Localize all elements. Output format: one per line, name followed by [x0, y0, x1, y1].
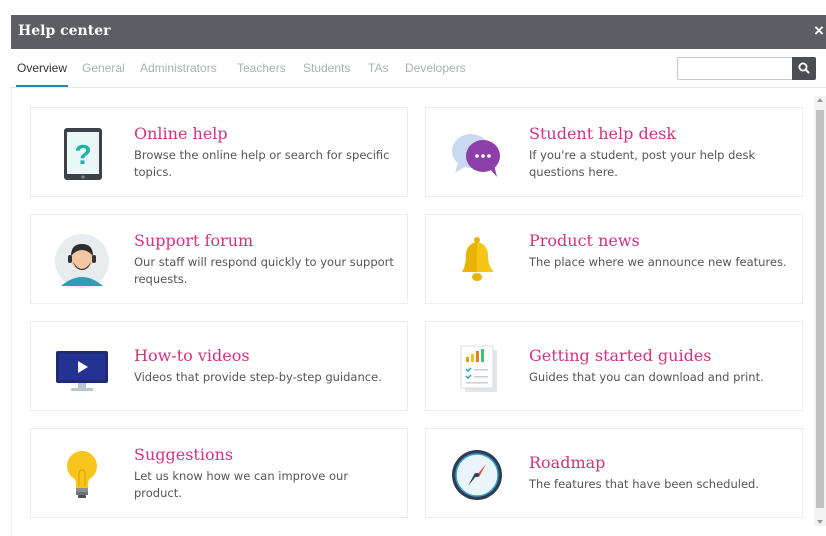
svg-text:?: ? [74, 139, 91, 170]
card-title: Product news [529, 231, 640, 250]
help-cards-grid: ? Online help Browse the online help or … [11, 88, 813, 536]
card-title: Support forum [134, 231, 254, 250]
search-input[interactable] [677, 57, 792, 80]
card-support-forum[interactable]: Support forum Our staff will respond qui… [30, 214, 408, 304]
card-description: Videos that provide step-by-step guidanc… [134, 370, 382, 384]
tab-students[interactable]: Students [303, 61, 350, 75]
card-description: The place where we announce new features… [529, 255, 787, 269]
search-button[interactable] [792, 57, 816, 80]
card-text: Roadmap The features that have been sche… [529, 453, 794, 493]
compass-icon [452, 450, 502, 500]
card-text: How-to videos Videos that provide step-b… [134, 346, 399, 386]
lightbulb-icon [67, 451, 97, 498]
card-product-news[interactable]: Product news The place where we announce… [425, 214, 803, 304]
card-description: Guides that you can download and print. [529, 370, 764, 384]
card-text: Suggestions Let us know how we can impro… [134, 445, 399, 502]
card-title: How-to videos [134, 346, 250, 365]
tab-administrators[interactable]: Administrators [140, 61, 217, 75]
window-title: Help center [18, 23, 111, 39]
card-text: Product news The place where we announce… [529, 231, 794, 271]
close-icon[interactable]: × [814, 21, 826, 41]
tab-overview[interactable]: Overview [17, 61, 67, 75]
support-agent-icon [55, 234, 109, 288]
card-getting-started-guides[interactable]: Getting started guides Guides that you c… [425, 321, 803, 411]
tab-teachers[interactable]: Teachers [237, 61, 286, 75]
card-description: Browse the online help or search for spe… [134, 148, 390, 179]
bell-icon [462, 237, 494, 281]
card-title: Roadmap [529, 453, 606, 472]
tab-general[interactable]: General [82, 61, 125, 75]
tablet-question-icon: ? [64, 128, 102, 180]
card-description: If you're a student, post your help desk… [529, 148, 756, 179]
scroll-up-arrow[interactable] [817, 98, 823, 102]
card-student-help-desk[interactable]: Student help desk If you're a student, p… [425, 107, 803, 197]
card-how-to-videos[interactable]: How-to videos Videos that provide step-b… [30, 321, 408, 411]
card-description: Let us know how we can improve our produ… [134, 469, 349, 500]
card-text: Getting started guides Guides that you c… [529, 346, 794, 386]
tab-tas[interactable]: TAs [368, 61, 388, 75]
vertical-scrollbar[interactable] [814, 96, 826, 526]
chat-bubbles-icon [452, 134, 500, 177]
card-roadmap[interactable]: Roadmap The features that have been sche… [425, 428, 803, 518]
card-title: Suggestions [134, 445, 234, 464]
search-icon [798, 62, 810, 74]
window-titlebar: Help center × [11, 15, 826, 49]
card-suggestions[interactable]: Suggestions Let us know how we can impro… [30, 428, 408, 518]
card-title: Getting started guides [529, 346, 712, 365]
card-title: Student help desk [529, 124, 677, 143]
scroll-down-arrow[interactable] [817, 520, 823, 524]
tab-developers[interactable]: Developers [405, 61, 466, 75]
card-description: Our staff will respond quickly to your s… [134, 255, 394, 286]
card-description: The features that have been scheduled. [529, 477, 759, 491]
document-chart-icon [460, 345, 497, 392]
card-text: Student help desk If you're a student, p… [529, 124, 794, 181]
card-online-help[interactable]: ? Online help Browse the online help or … [30, 107, 408, 197]
card-text: Online help Browse the online help or se… [134, 124, 399, 181]
card-text: Support forum Our staff will respond qui… [134, 231, 399, 288]
video-monitor-icon [56, 351, 108, 391]
scroll-thumb[interactable] [816, 110, 824, 508]
card-title: Online help [134, 124, 228, 143]
